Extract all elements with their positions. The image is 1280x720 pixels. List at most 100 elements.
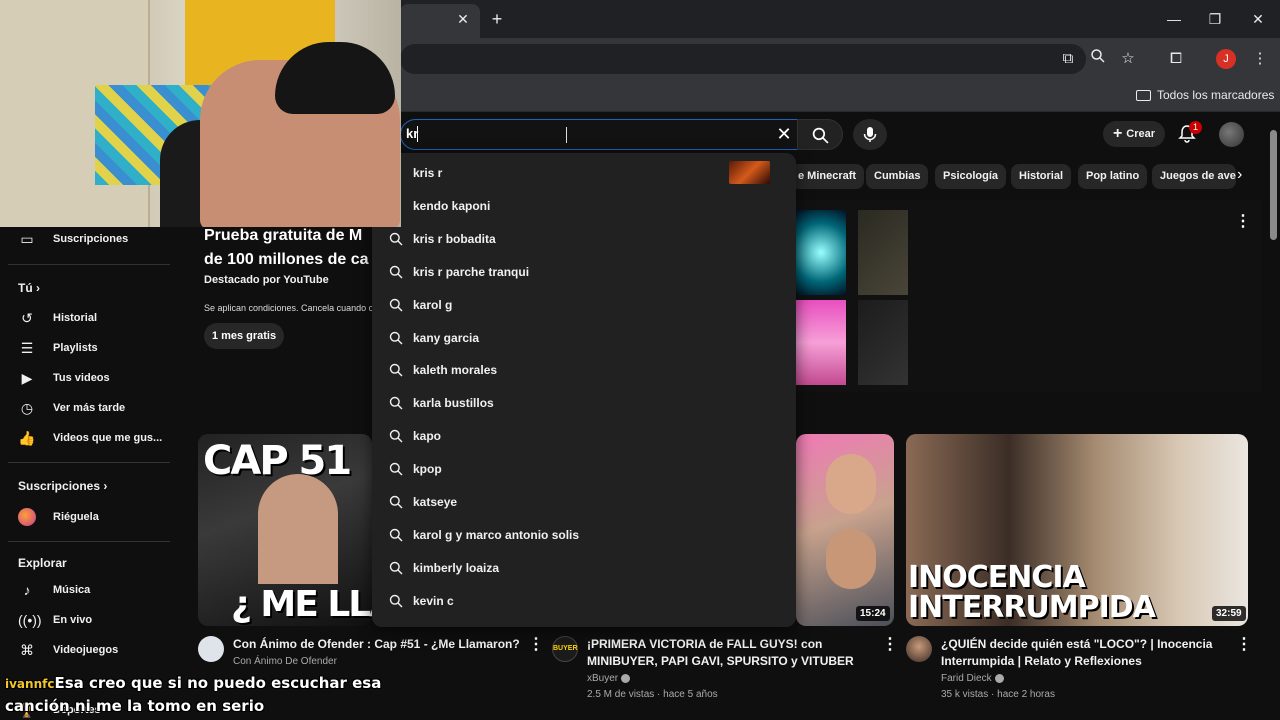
suggestion-label: kevin c [413,593,454,608]
sidebar-item-live[interactable]: ((•)) En vivo [0,607,178,633]
video-duration: 15:24 [856,606,890,621]
video-thumbnail[interactable]: CAP 51 ¿ ME LLA [198,434,372,626]
text-caret [417,126,418,142]
video-thumbnail[interactable]: 15:24 [796,434,894,626]
thumbnail-text: CAP 51 [203,438,352,484]
sidebar-item-playlists[interactable]: ☰ Playlists [0,335,178,361]
sidebar-item-music[interactable]: ♪ Música [0,577,178,603]
sidebar-item-gaming[interactable]: ⌘ Videojuegos [0,637,178,663]
search-button[interactable] [797,119,843,150]
new-tab-icon[interactable]: + [486,8,508,30]
search-suggestion[interactable]: karla bustillos [372,388,796,421]
video-title[interactable]: ¿QUIÉN decide quién está "LOCO"? | Inoce… [941,636,1231,670]
video-more-icon[interactable]: ⋮ [1236,636,1252,654]
suggestion-thumbnail [729,161,770,184]
thumbnail-person [826,454,876,514]
suggestion-label: kendo kaponi [413,198,491,213]
sidebar-divider [8,462,170,463]
video-more-icon[interactable]: ⋮ [882,636,898,654]
chevron-right-icon: › [36,281,41,295]
bookmark-star-icon[interactable]: ☆ [1117,48,1139,70]
zoom-icon[interactable] [1087,48,1109,70]
sidebar-you-heading[interactable]: Tú › [18,281,40,295]
create-button[interactable]: + Crear [1103,121,1165,147]
sidebar-item-watch-later[interactable]: ◷ Ver más tarde [0,395,178,421]
channel-name[interactable]: xBuyer [587,673,631,684]
channel-name[interactable]: Farid Dieck [941,673,1004,684]
search-suggestion[interactable]: karol g [372,290,796,323]
address-bar[interactable] [400,44,1086,74]
restore-icon[interactable]: ❐ [1203,8,1227,30]
video-title[interactable]: Con Ánimo de Ofender : Cap #51 - ¿Me Lla… [233,636,533,653]
suggestion-label: kris r parche tranqui [413,264,530,279]
create-label: Crear [1126,128,1156,140]
browser-profile-avatar[interactable]: J [1216,49,1236,69]
chip-filter[interactable]: Cumbias [866,164,929,189]
chat-overlay-message: ivannfcEsa creo que si no puedo escuchar… [5,672,385,717]
video-meta: 35 k vistas · hace 2 horas [941,689,1055,700]
chevron-right-icon[interactable]: › [1237,166,1255,186]
video-title[interactable]: ¡PRIMERA VICTORIA de FALL GUYS! con MINI… [587,636,877,670]
playlists-icon: ☰ [20,340,34,356]
search-icon [389,594,403,608]
channel-avatar[interactable]: BUYER [552,636,578,662]
channel-avatar [18,508,36,526]
account-avatar[interactable] [1219,122,1244,147]
search-input[interactable] [400,119,797,150]
video-thumbnail[interactable]: INOCENCIA INTERRUMPIDA 32:59 [906,434,1248,626]
clear-search-icon[interactable]: ✕ [774,124,794,144]
free-month-button[interactable]: 1 mes gratis [204,323,284,349]
install-app-icon[interactable]: ⧉ [1057,48,1079,70]
chip-filter[interactable]: Juegos de aven [1152,164,1236,189]
suggestion-label: karla bustillos [413,396,494,411]
chat-username: ivannfc [5,677,55,691]
extensions-icon[interactable]: ⧠ [1165,48,1187,70]
sidebar-subscriptions-heading[interactable]: Suscripciones › [18,479,107,493]
sidebar-item-subscriptions[interactable]: ▭ Suscripciones [0,226,178,252]
all-bookmarks-button[interactable]: Todos los marcadores [1136,86,1274,104]
channel-name[interactable]: Con Ánimo De Ofender [233,656,337,667]
search-suggestion[interactable]: kimberly loaiza [372,553,796,586]
promo-art-tile [858,300,908,385]
chevron-right-icon: › [103,479,108,493]
search-suggestion[interactable]: kany garcia [372,323,796,356]
search-suggestion[interactable]: kpop [372,454,796,487]
search-icon [389,232,403,246]
search-icon [389,462,403,476]
window-close-icon[interactable]: ✕ [1246,8,1270,30]
search-icon [389,528,403,542]
promo-art-tile [796,300,846,385]
history-icon: ↺ [21,310,33,326]
ibeam-cursor-icon [566,127,572,143]
search-suggestion[interactable]: kris r [372,158,796,191]
chip-filter[interactable]: Historial [1011,164,1072,189]
chat-message-text: Esa creo que si no puedo escuchar esa ca… [5,674,382,715]
minimize-icon[interactable]: — [1162,8,1186,30]
chip-filter[interactable]: e Minecraft [790,164,865,189]
channel-avatar[interactable] [198,636,224,662]
sidebar-item-history[interactable]: ↺ Historial [0,305,178,331]
tab-close-icon[interactable]: ✕ [453,9,473,29]
video-more-icon[interactable]: ⋮ [528,636,544,654]
voice-search-button[interactable] [853,119,887,150]
sidebar-item-channel[interactable]: Riéguela [0,504,178,530]
search-suggestion[interactable]: kapo [372,421,796,454]
chip-filter[interactable]: Pop latino [1078,164,1148,189]
search-suggestion[interactable]: kris r parche tranqui [372,257,796,290]
sidebar-item-liked-videos[interactable]: 👍 Videos que me gus... [0,425,178,451]
search-suggestion[interactable]: kevin c [372,586,796,619]
chip-filter[interactable]: Psicología [935,164,1007,189]
sidebar-divider [8,264,170,265]
browser-menu-icon[interactable]: ⋮ [1249,48,1271,70]
search-suggestion[interactable]: kaleth morales [372,355,796,388]
channel-avatar[interactable] [906,636,932,662]
search-suggestion[interactable]: karol g y marco antonio solis [372,520,796,553]
suggestion-label: kapo [413,429,442,444]
more-options-icon[interactable]: ⋮ [1235,213,1251,231]
sidebar-item-your-videos[interactable]: ▶ Tus videos [0,365,178,391]
search-icon [389,331,403,344]
scrollbar-thumb[interactable] [1270,130,1277,240]
search-suggestion[interactable]: kendo kaponi [372,191,796,224]
search-suggestion[interactable]: katseye [372,487,796,520]
search-suggestion[interactable]: kris r bobadita [372,224,796,257]
